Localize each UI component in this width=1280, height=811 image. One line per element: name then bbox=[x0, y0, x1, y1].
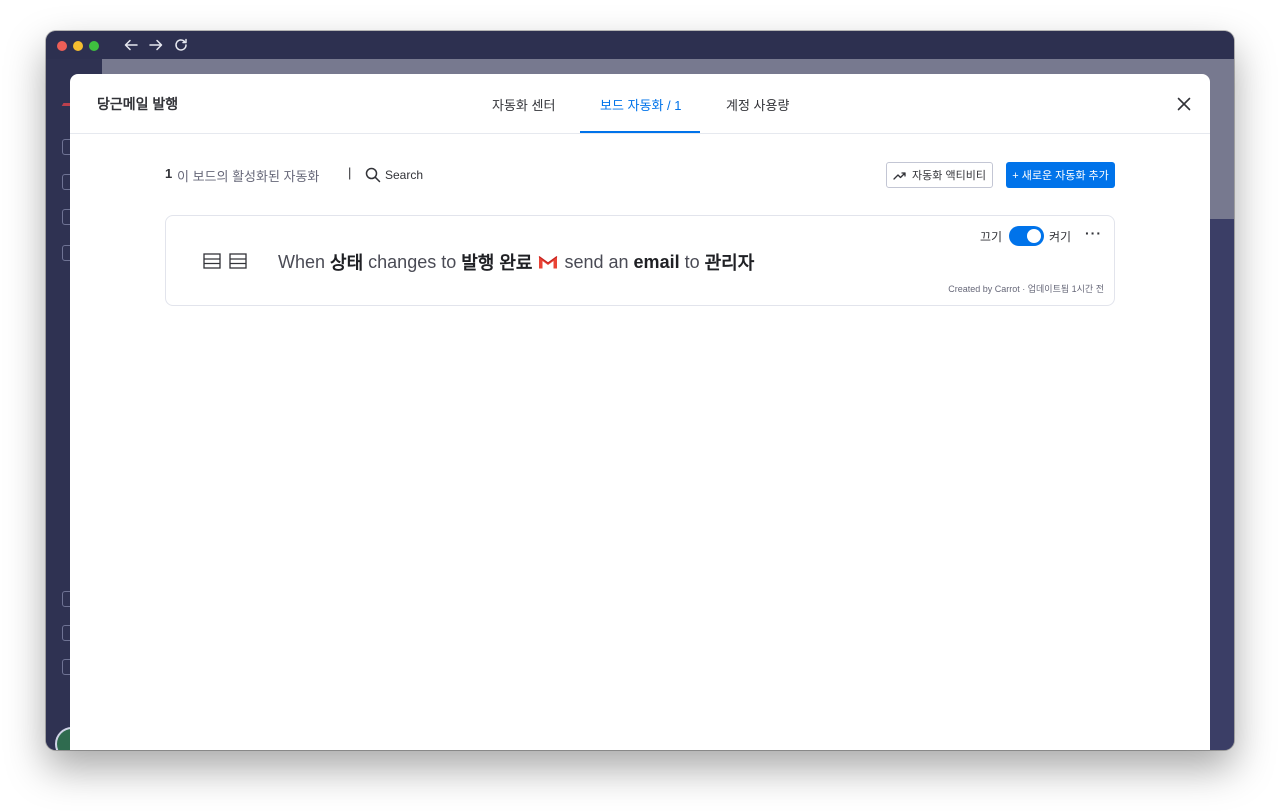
automation-activity-button[interactable]: 자동화 액티비티 bbox=[886, 162, 993, 188]
recipe-email[interactable]: email bbox=[634, 252, 680, 273]
more-options-icon[interactable]: ··· bbox=[1085, 225, 1102, 241]
back-arrow-icon[interactable] bbox=[122, 36, 140, 54]
toggle-knob bbox=[1027, 229, 1041, 243]
recipe-recipient[interactable]: 관리자 bbox=[705, 249, 755, 275]
tab-account-usage[interactable]: 계정 사용량 bbox=[726, 95, 789, 114]
search-button[interactable]: Search bbox=[365, 164, 423, 186]
recipe-send-an: send an bbox=[564, 251, 629, 272]
automations-modal: 당근메일 발행 자동화 센터 보드 자동화 / 1 계정 사용량 1 이 보드의… bbox=[70, 74, 1210, 750]
automation-recipe[interactable]: When 상태 changes to 발행 완료 send an email t… bbox=[278, 249, 754, 275]
recipe-status-value[interactable]: 발행 완료 bbox=[461, 249, 532, 275]
active-tab-indicator bbox=[580, 131, 700, 133]
automations-toolbar: 1 이 보드의 활성화된 자동화 | Search 자동화 액티비티 + 새로운… bbox=[165, 162, 1115, 190]
add-automation-button[interactable]: + 새로운 자동화 추가 bbox=[1006, 162, 1115, 188]
forward-arrow-icon[interactable] bbox=[147, 36, 165, 54]
automation-toggle[interactable] bbox=[1009, 226, 1044, 246]
minimize-window-button[interactable] bbox=[73, 41, 83, 51]
automation-activity-label: 자동화 액티비티 bbox=[912, 170, 986, 182]
title-bar bbox=[46, 31, 1234, 59]
automation-card[interactable]: When 상태 changes to 발행 완료 send an email t… bbox=[165, 215, 1115, 306]
maximize-window-button[interactable] bbox=[89, 41, 99, 51]
recipe-column[interactable]: 상태 bbox=[330, 249, 363, 275]
board-scroll-area bbox=[1208, 219, 1234, 750]
close-icon[interactable] bbox=[1175, 95, 1193, 113]
active-automation-label: 이 보드의 활성화된 자동화 bbox=[177, 169, 320, 184]
toggle-on-label: 켜기 bbox=[1049, 230, 1072, 244]
modal-header: 당근메일 발행 자동화 센터 보드 자동화 / 1 계정 사용량 bbox=[70, 74, 1210, 134]
toolbar-separator: | bbox=[348, 165, 352, 180]
toggle-off-label: 끄기 bbox=[980, 230, 1003, 244]
recipe-changes-to: changes to bbox=[368, 251, 457, 272]
close-window-button[interactable] bbox=[57, 41, 67, 51]
search-label: Search bbox=[385, 168, 424, 182]
active-automation-count: 1 bbox=[165, 166, 173, 181]
reload-icon[interactable] bbox=[172, 36, 190, 54]
search-icon bbox=[365, 167, 381, 183]
recipe-to: to bbox=[684, 251, 700, 272]
trend-line-icon bbox=[893, 171, 906, 180]
board-icon bbox=[229, 252, 247, 270]
modal-title: 당근메일 발행 bbox=[97, 96, 179, 112]
tab-automation-center[interactable]: 자동화 센터 bbox=[492, 95, 555, 114]
recipe-when: When bbox=[278, 251, 326, 272]
tab-board-automations[interactable]: 보드 자동화 / 1 bbox=[600, 95, 681, 114]
automation-meta: Created by Carrot · 업데이트됨 1시간 전 bbox=[948, 284, 1104, 294]
gmail-icon bbox=[539, 256, 558, 269]
board-icon bbox=[203, 252, 221, 270]
